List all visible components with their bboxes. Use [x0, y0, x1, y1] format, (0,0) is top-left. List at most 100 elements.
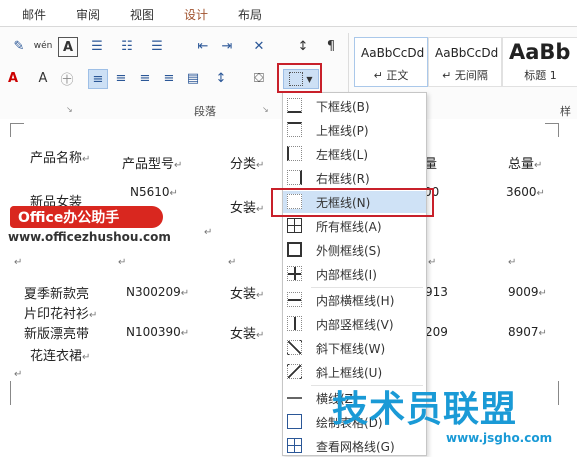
menu-item-diagonal-down[interactable]: 斜下框线(W) — [283, 337, 426, 359]
brand-watermark-url: www.jsgho.com — [446, 431, 553, 445]
multilevel-list-icon[interactable]: ☰ — [148, 37, 166, 55]
paragraph-group-label: 段落 — [194, 105, 216, 118]
header-total: 总量↵ — [508, 157, 543, 172]
tab-mailings[interactable]: 邮件 — [22, 6, 46, 23]
menu-item-outside-borders[interactable]: 外侧框线(S) — [283, 239, 426, 261]
menu-item-all-borders[interactable]: 所有框线(A) — [283, 215, 426, 237]
menu-item-label: 右框线(R) — [316, 172, 370, 186]
tab-review[interactable]: 审阅 — [76, 6, 100, 23]
menu-item-inside-horizontal[interactable]: 内部横框线(H) — [283, 289, 426, 311]
style-heading-1[interactable]: AaBb 标题 1 — [502, 37, 577, 87]
page-corner — [558, 381, 559, 405]
top-border-icon — [287, 122, 302, 137]
clear-format-icon[interactable]: ✎ — [10, 37, 28, 55]
sort-icon[interactable]: ↕ — [294, 37, 312, 55]
style-sample: AaBbCcDd — [435, 46, 499, 60]
inside-horizontal-border-icon — [287, 292, 302, 307]
horizontal-line-icon — [287, 390, 302, 405]
highlight-no-border-item — [271, 188, 434, 217]
all-borders-icon — [287, 218, 302, 233]
header-product-model: 产品型号↵ — [122, 157, 183, 172]
diagonal-down-border-icon — [287, 340, 302, 355]
menu-item-label: 内部竖框线(V) — [316, 318, 394, 332]
distribute-icon[interactable]: ▤ — [184, 69, 202, 87]
header-category: 分类↵ — [230, 157, 265, 172]
outside-borders-icon — [287, 242, 302, 257]
left-border-icon — [287, 146, 302, 161]
row3-category: 女装↵ — [230, 327, 265, 342]
row1-category: 女装↵ — [230, 201, 265, 216]
row2-total: 9009↵ — [508, 285, 547, 299]
menu-item-label: 上框线(P) — [316, 124, 369, 138]
tab-view[interactable]: 视图 — [130, 6, 154, 23]
enclose-char-icon[interactable]: ㊉ — [58, 69, 76, 88]
table-corner — [10, 123, 11, 137]
style-sample: AaBbCcDd — [361, 46, 425, 60]
char-border-icon[interactable]: A — [58, 37, 78, 57]
watermark-url: www.officezhushou.com — [8, 230, 171, 244]
table-corner — [558, 123, 559, 137]
menu-separator — [311, 287, 423, 288]
shading-icon[interactable]: ⛋ — [250, 69, 268, 87]
draw-table-icon — [287, 414, 302, 429]
menu-item-inside-borders[interactable]: 内部框线(I) — [283, 263, 426, 285]
decrease-indent-icon[interactable]: ⇤ — [194, 37, 212, 55]
bottom-border-icon — [287, 98, 302, 113]
row2-model: N300209↵ — [126, 285, 190, 299]
bullets-icon[interactable]: ☰ — [88, 37, 106, 55]
watermark-badge: Office办公助手 — [10, 206, 163, 228]
show-marks-icon[interactable]: ¶ — [322, 37, 340, 55]
increase-indent-icon[interactable]: ⇥ — [218, 37, 236, 55]
menu-item-view-gridlines[interactable]: 查看网格线(G) — [283, 435, 426, 457]
row3-name-line1: 新版漂亮带 — [24, 327, 90, 342]
menu-item-label: 斜上框线(U) — [316, 366, 383, 380]
line-spacing-icon[interactable]: ↕ — [212, 69, 230, 87]
paragraph-mark: ↵ — [508, 257, 517, 268]
phonetic-guide-icon[interactable]: wén — [34, 37, 53, 55]
menu-item-top-border[interactable]: 上框线(P) — [283, 119, 426, 141]
style-no-spacing[interactable]: AaBbCcDd ↵ 无间隔 — [428, 37, 502, 87]
font-color-icon[interactable]: A — [4, 69, 22, 87]
row2-category: 女装↵ — [230, 287, 265, 302]
menu-item-label: 所有框线(A) — [316, 220, 382, 234]
inside-borders-icon — [287, 266, 302, 281]
style-normal[interactable]: AaBbCcDd ↵ 正文 — [354, 37, 428, 87]
row2-name-line2: 片印花衬衫↵ — [24, 307, 98, 322]
paragraph-mark: ↵ — [228, 257, 237, 268]
tab-design[interactable]: 设计 — [184, 6, 208, 23]
menu-item-right-border[interactable]: 右框线(R) — [283, 167, 426, 189]
paragraph-mark: ↵ — [118, 257, 127, 268]
diagonal-up-border-icon — [287, 364, 302, 379]
row1-total: 3600↵ — [506, 185, 545, 199]
align-left-icon[interactable]: ≡ — [88, 69, 108, 89]
page-corner — [10, 381, 11, 405]
ribbon-tabs: 邮件 审阅 视图 设计 布局 — [0, 0, 577, 26]
dialog-launcher-icon[interactable]: ↘ — [262, 105, 269, 114]
char-shading-icon[interactable]: A — [34, 69, 52, 87]
tab-layout[interactable]: 布局 — [238, 6, 262, 23]
paragraph-mark: ↵ — [204, 227, 213, 238]
row3-quantity: 209 — [425, 325, 448, 339]
menu-item-label: 左框线(L) — [316, 148, 369, 162]
menu-item-label: 内部框线(I) — [316, 268, 377, 282]
numbering-icon[interactable]: ☷ — [118, 37, 136, 55]
menu-item-label: 外侧框线(S) — [316, 244, 381, 258]
menu-item-label: 斜下框线(W) — [316, 342, 386, 356]
dialog-launcher-icon[interactable]: ↘ — [66, 105, 73, 114]
row1-model: N5610↵ — [130, 185, 178, 199]
justify-icon[interactable]: ≡ — [160, 69, 178, 87]
align-center-icon[interactable]: ≡ — [112, 69, 130, 87]
style-sample: AaBb — [509, 40, 571, 64]
menu-item-bottom-border[interactable]: 下框线(B) — [283, 95, 426, 117]
menu-item-label: 内部横框线(H) — [316, 294, 395, 308]
menu-item-label: 查看网格线(G) — [316, 440, 395, 454]
paragraph-mark: ↵ — [14, 369, 23, 380]
menu-item-left-border[interactable]: 左框线(L) — [283, 143, 426, 165]
align-right-icon[interactable]: ≡ — [136, 69, 154, 87]
chinese-layout-icon[interactable]: ✕ — [250, 37, 268, 55]
row3-total: 8907↵ — [508, 325, 547, 339]
style-name: ↵ 无间隔 — [442, 69, 488, 82]
menu-item-inside-vertical[interactable]: 内部竖框线(V) — [283, 313, 426, 335]
highlight-borders-button — [277, 63, 322, 93]
right-border-icon — [287, 170, 302, 185]
